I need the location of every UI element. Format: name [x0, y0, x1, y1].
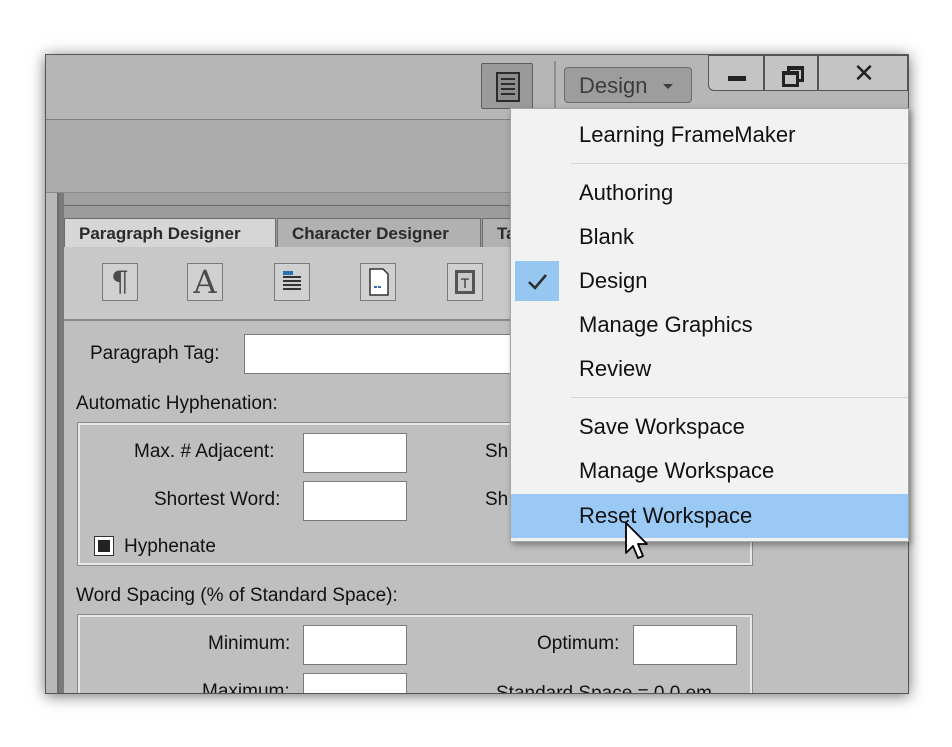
- minimize-icon: [728, 76, 746, 81]
- tab-character-designer[interactable]: Character Designer: [277, 218, 481, 248]
- restore-button[interactable]: [764, 55, 818, 91]
- close-button[interactable]: ✕: [818, 55, 908, 91]
- hyphenate-label: Hyphenate: [124, 536, 216, 557]
- word-spacing-heading: Word Spacing (% of Standard Space):: [76, 585, 398, 606]
- shortest-suffix-label: Sh: [485, 489, 509, 510]
- menu-item-save-workspace[interactable]: Save Workspace: [511, 405, 908, 449]
- menu-separator: [571, 163, 908, 164]
- menu-item-manage-graphics[interactable]: Manage Graphics: [511, 303, 908, 347]
- hyphenation-heading: Automatic Hyphenation:: [76, 393, 278, 414]
- font-icon[interactable]: A: [187, 263, 223, 301]
- optimum-label: Optimum:: [537, 633, 620, 654]
- max-adjacent-input[interactable]: [303, 433, 407, 473]
- close-icon: ✕: [853, 59, 875, 89]
- shortest-word-input[interactable]: [303, 481, 407, 521]
- menu-item-design[interactable]: Design: [511, 259, 908, 303]
- shortest-prefix-label: Sh: [485, 441, 509, 462]
- mouse-pointer-icon: [625, 522, 648, 559]
- workspace-switcher-button[interactable]: Design: [564, 67, 692, 103]
- shortest-word-label: Shortest Word:: [154, 489, 281, 510]
- maximum-input[interactable]: [303, 673, 407, 693]
- table-cell-icon[interactable]: T: [447, 263, 483, 301]
- menu-item-learning-framemaker[interactable]: Learning FrameMaker: [511, 113, 908, 157]
- chevron-down-icon: [663, 84, 673, 89]
- minimize-button[interactable]: [708, 55, 764, 91]
- standard-space-text: Standard Space = 0.0 em: [496, 683, 713, 694]
- toolbar-separator: [554, 61, 556, 111]
- optimum-input[interactable]: [633, 625, 737, 665]
- panel-page-icon[interactable]: [481, 63, 533, 109]
- minimum-input[interactable]: [303, 625, 407, 665]
- restore-icon-front: [782, 71, 799, 87]
- window-controls: ✕: [708, 55, 908, 93]
- minimum-label: Minimum:: [208, 633, 291, 654]
- svg-text:T: T: [461, 275, 470, 291]
- numbering-icon[interactable]: [360, 263, 396, 301]
- paragraph-tag-input[interactable]: [244, 334, 514, 374]
- pagination-icon[interactable]: [274, 263, 310, 301]
- menu-item-authoring[interactable]: Authoring: [511, 171, 908, 215]
- max-adjacent-label: Max. # Adjacent:: [134, 441, 275, 462]
- menu-item-manage-workspace[interactable]: Manage Workspace: [511, 449, 908, 493]
- paragraph-tag-label: Paragraph Tag:: [90, 343, 220, 364]
- menu-item-review[interactable]: Review: [511, 347, 908, 391]
- menu-item-reset-workspace[interactable]: Reset Workspace: [511, 494, 908, 538]
- workspace-dropdown-menu: Learning FrameMaker Authoring Blank Desi…: [510, 108, 909, 542]
- left-dock-strip: [46, 193, 59, 693]
- maximum-label: Maximum:: [202, 681, 290, 694]
- pilcrow-icon[interactable]: ¶: [102, 263, 138, 301]
- tab-paragraph-designer[interactable]: Paragraph Designer: [64, 218, 276, 248]
- workspace-switcher-label: Design: [579, 73, 648, 98]
- hyphenate-checkbox[interactable]: [94, 536, 114, 556]
- menu-separator: [571, 397, 908, 398]
- menu-item-blank[interactable]: Blank: [511, 215, 908, 259]
